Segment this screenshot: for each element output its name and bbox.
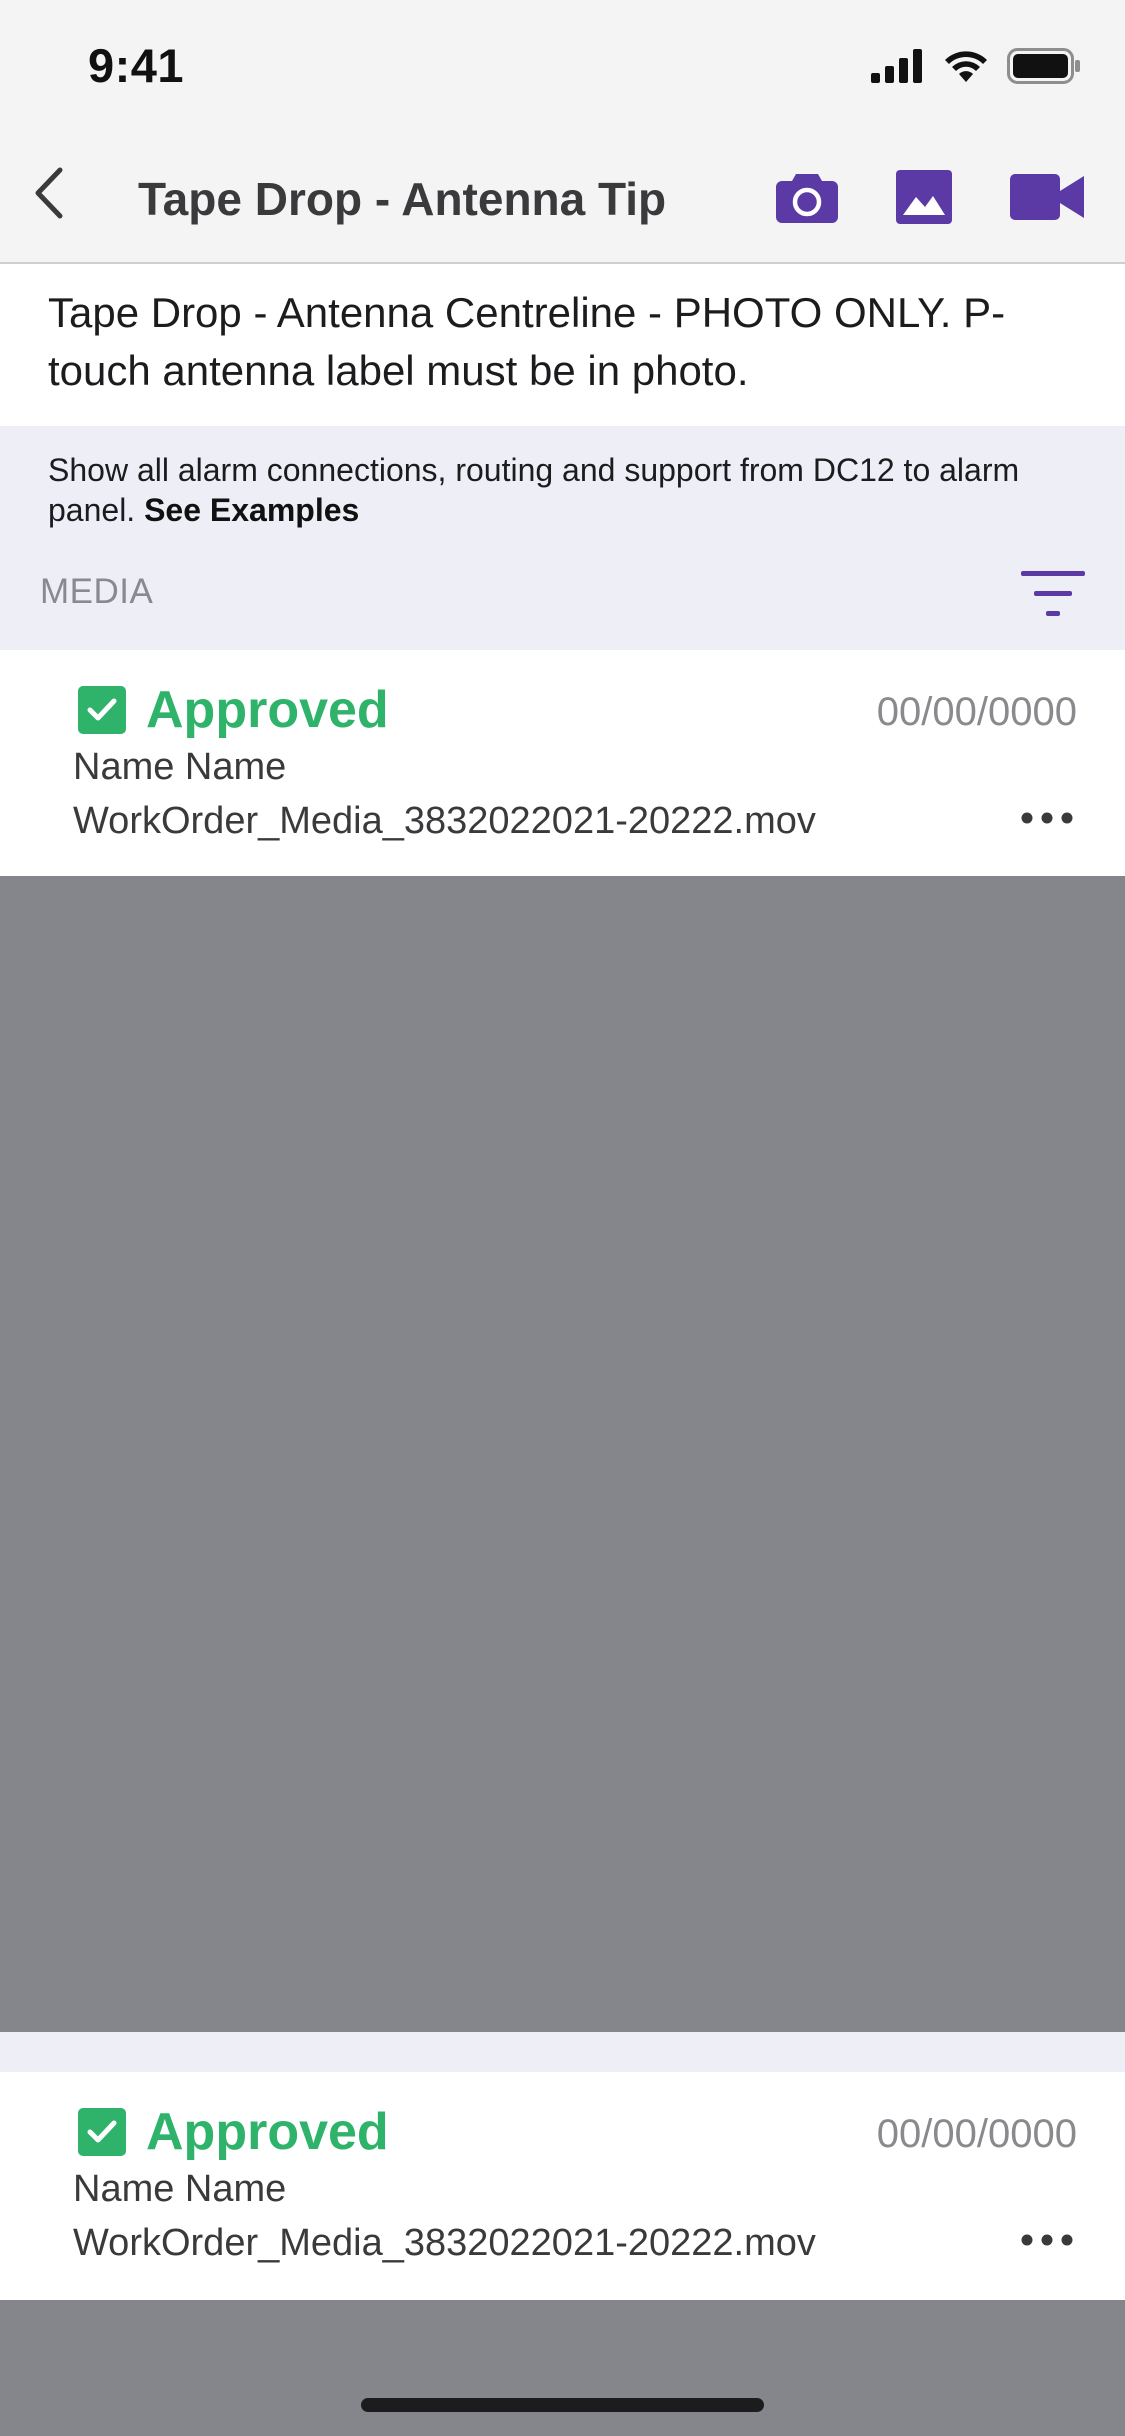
media-filename: WorkOrder_Media_3832022021-20222.mov [73,2222,816,2264]
more-options-button[interactable] [1017,2222,1077,2262]
media-preview[interactable] [0,2300,1125,2436]
status-time: 9:41 [88,39,185,92]
camera-button[interactable] [776,168,838,230]
chevron-left-icon [32,166,66,225]
image-icon [896,169,952,229]
status-icons [871,48,1081,89]
camera-icon [776,171,838,228]
cellular-signal-icon [871,49,925,88]
video-button[interactable] [1010,168,1084,230]
back-button[interactable] [14,160,84,230]
more-horizontal-icon [1019,808,1075,833]
checkbox-checked-icon [78,686,126,734]
screen: 9:41 Tape Drop - Antenna Tip Tape Drop -… [0,0,1125,2436]
filter-button[interactable] [1019,568,1087,620]
filter-icon [1019,571,1087,624]
instructions-text: Show all alarm connections, routing and … [48,450,1078,530]
checkbox-checked-icon [78,2108,126,2156]
approval-status: Approved [78,2102,389,2162]
status-bar: 9:41 [0,0,1125,132]
more-horizontal-icon [1019,2230,1075,2255]
media-item[interactable]: Approved 00/00/0000 Name Name WorkOrder_… [0,2072,1125,2298]
instructions-panel: Show all alarm connections, routing and … [0,426,1125,650]
approval-status: Approved [78,680,389,740]
media-filename: WorkOrder_Media_3832022021-20222.mov [73,800,816,842]
page-title: Tape Drop - Antenna Tip [138,173,667,225]
media-section-label: MEDIA [40,572,154,611]
more-options-button[interactable] [1017,800,1077,840]
video-camera-icon [1010,172,1084,227]
media-date: 00/00/0000 [876,690,1077,734]
separator [0,2032,1125,2072]
battery-icon [1007,48,1081,89]
task-description-text: Tape Drop - Antenna Centreline - PHOTO O… [48,289,1006,394]
see-examples-link[interactable]: See Examples [144,492,359,528]
task-description: Tape Drop - Antenna Centreline - PHOTO O… [0,266,1125,426]
nav-bar: Tape Drop - Antenna Tip [0,132,1125,264]
media-date: 00/00/0000 [876,2112,1077,2156]
wifi-icon [943,49,989,88]
gallery-button[interactable] [896,168,952,230]
home-indicator[interactable] [361,2398,764,2412]
status-text: Approved [146,681,389,739]
media-item[interactable]: Approved 00/00/0000 Name Name WorkOrder_… [0,650,1125,876]
media-uploader-name: Name Name [73,2168,287,2210]
status-text: Approved [146,2103,389,2161]
media-uploader-name: Name Name [73,746,287,788]
media-preview[interactable] [0,876,1125,2032]
